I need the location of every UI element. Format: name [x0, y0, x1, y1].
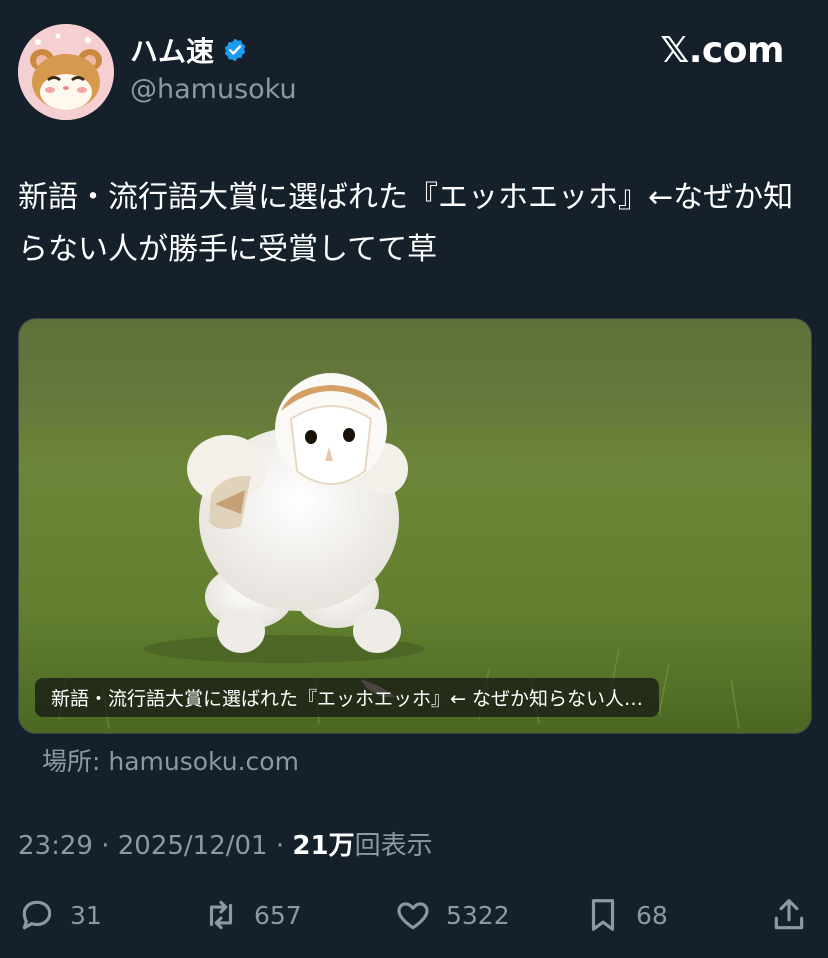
like-icon: [397, 902, 429, 930]
card-source[interactable]: 場所: hamusoku.com: [42, 742, 299, 778]
tweet-date[interactable]: 2025/12/01: [118, 831, 268, 861]
retweet-count: 657: [254, 900, 302, 930]
card-caption: 新語・流行語大賞に選ばれた『エッホエッホ』← なぜか知らない人…: [35, 678, 659, 717]
user-handle[interactable]: @hamusoku: [130, 74, 297, 105]
like-button[interactable]: 5322: [394, 890, 510, 940]
views-count: 21万: [292, 831, 355, 861]
bookmark-button[interactable]: 68: [584, 890, 668, 940]
reply-icon: [22, 900, 52, 930]
tweet-meta: 23:29 · 2025/12/01 · 21万回表示: [18, 825, 433, 862]
avatar[interactable]: [18, 24, 114, 120]
owl-photo: [19, 319, 811, 733]
bookmark-icon: [591, 899, 615, 931]
link-card[interactable]: 新語・流行語大賞に選ばれた『エッホエッホ』← なぜか知らない人…: [18, 318, 812, 734]
x-com-logo: 𝕏.com: [660, 30, 784, 71]
verified-badge-icon: [224, 38, 246, 62]
tweet-text: 新語・流行語大賞に選ばれた『エッホエッホ』←なぜか知らない人が勝手に受賞してて草: [18, 180, 794, 267]
bookmark-count: 68: [636, 900, 668, 930]
display-name[interactable]: ハム速: [130, 30, 214, 70]
reply-button[interactable]: 31: [18, 890, 102, 940]
tweet-time[interactable]: 23:29: [18, 831, 93, 861]
display-name-row[interactable]: ハム速: [130, 30, 248, 70]
meta-separator: ·: [92, 831, 118, 861]
retweet-icon: [209, 900, 233, 930]
meta-separator: ·: [267, 831, 293, 861]
action-bar: 31 657 5322 68: [0, 890, 828, 940]
reply-count: 31: [70, 900, 102, 930]
views-label: 回表示: [354, 831, 433, 861]
share-icon: [774, 899, 804, 930]
retweet-button[interactable]: 657: [202, 890, 302, 940]
share-button[interactable]: [770, 890, 808, 940]
like-count: 5322: [446, 900, 510, 930]
